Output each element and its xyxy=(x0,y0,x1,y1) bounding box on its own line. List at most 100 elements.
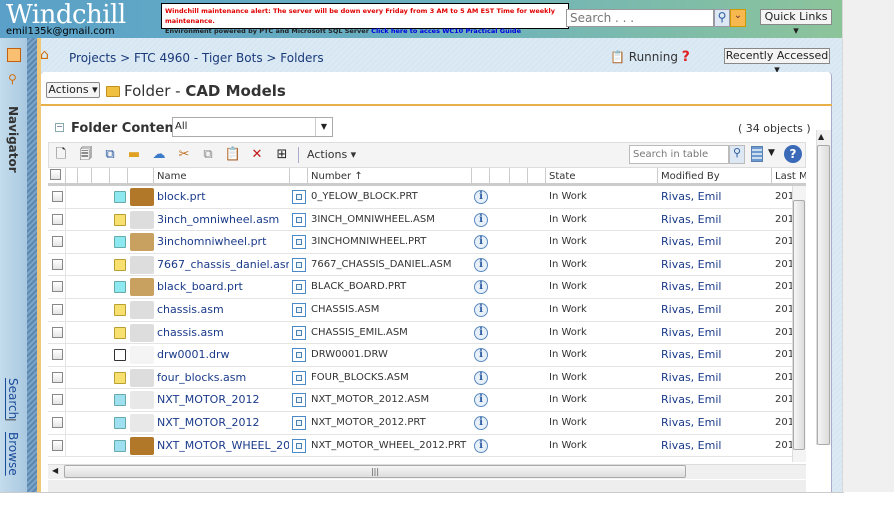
thumbnail-image[interactable] xyxy=(130,436,154,455)
modified-by-link[interactable]: Rivas, Emil xyxy=(661,186,771,208)
navigator-search-tab[interactable]: Search xyxy=(6,378,20,419)
thumbnail-image[interactable] xyxy=(130,301,154,319)
select-all-column[interactable] xyxy=(48,168,66,186)
name-link[interactable]: 7667_chassis_daniel.asm xyxy=(157,254,289,276)
row-checkbox[interactable] xyxy=(52,213,63,225)
column-header-modified-by[interactable]: Modified By xyxy=(658,168,772,186)
table-row[interactable]: chassis.asm CHASSIS.ASM i In Work Rivas, Emi… xyxy=(48,299,806,322)
row-checkbox[interactable] xyxy=(52,258,63,270)
modified-by-link[interactable]: Rivas, Emil xyxy=(661,254,771,276)
delete-icon[interactable]: ✕ xyxy=(248,146,266,164)
name-link[interactable]: NXT_MOTOR_2012 xyxy=(157,389,289,411)
info-icon[interactable]: i xyxy=(474,235,488,250)
cad-document-icon[interactable] xyxy=(292,416,306,430)
column-header[interactable] xyxy=(510,168,528,186)
collapse-icon[interactable]: − xyxy=(55,123,64,132)
new-link-icon[interactable]: ☁ xyxy=(150,146,168,164)
table-row[interactable]: chassis.asm CHASSIS_EMIL.ASM i In Work Rivas… xyxy=(48,321,806,345)
table-row[interactable]: 3inchomniwheel.prt 3INCHOMNIWHEEL.PRT i In … xyxy=(48,231,806,254)
table-row[interactable]: 3inch_omniwheel.asm 3INCH_OMNIWHEEL.ASM i I… xyxy=(48,208,806,232)
thumbnail-image[interactable] xyxy=(130,210,154,229)
paste-icon[interactable]: 📋 xyxy=(224,146,242,164)
thumbnail-image[interactable] xyxy=(130,391,154,410)
home-icon[interactable]: ⌂ xyxy=(40,47,49,63)
copy-icon[interactable]: ⧉ xyxy=(199,146,217,164)
table-scrollbar-thumb[interactable] xyxy=(793,200,805,450)
column-header[interactable] xyxy=(128,168,154,186)
cad-document-icon[interactable] xyxy=(292,303,306,317)
modified-by-link[interactable]: Rivas, Emil xyxy=(661,435,771,457)
modified-by-link[interactable]: Rivas, Emil xyxy=(661,276,771,298)
navigator-browse-tab[interactable]: Browse xyxy=(6,432,20,476)
cad-document-icon[interactable] xyxy=(292,438,306,453)
thumbnail-image[interactable] xyxy=(130,346,154,365)
name-link[interactable]: drw0001.drw xyxy=(157,344,289,366)
thumbnail-image[interactable] xyxy=(130,323,154,342)
cad-document-icon[interactable] xyxy=(292,370,306,385)
cad-document-icon[interactable] xyxy=(292,280,306,295)
column-header[interactable] xyxy=(78,168,92,186)
name-link[interactable]: NXT_MOTOR_WHEEL_20... xyxy=(157,435,289,457)
table-actions-menu[interactable]: Actions ▾ xyxy=(307,148,356,161)
chevron-down-icon[interactable]: ▼ xyxy=(315,118,332,136)
panel-scrollbar-thumb[interactable] xyxy=(817,145,830,445)
expand-navigator-icon[interactable] xyxy=(7,48,21,62)
breadcrumb[interactable]: Projects > FTC 4960 - Tiger Bots > Folde… xyxy=(69,51,324,65)
cad-document-icon[interactable] xyxy=(292,235,306,250)
row-checkbox[interactable] xyxy=(52,304,63,315)
name-link[interactable]: chassis.asm xyxy=(157,299,289,321)
info-icon[interactable]: i xyxy=(474,212,488,227)
name-link[interactable]: NXT_MOTOR_2012 xyxy=(157,412,289,434)
thumbnail-image[interactable] xyxy=(130,414,154,432)
search-pin-icon[interactable]: ⚲ xyxy=(8,72,17,86)
modified-by-link[interactable]: Rivas, Emil xyxy=(661,322,771,344)
row-checkbox[interactable] xyxy=(52,417,63,428)
column-header[interactable] xyxy=(528,168,546,186)
modified-by-link[interactable]: Rivas, Emil xyxy=(661,367,771,389)
modified-by-link[interactable]: Rivas, Emil xyxy=(661,231,771,253)
table-row[interactable]: block.prt 0_YELOW_BLOCK.PRT i In Work Rivas,… xyxy=(48,186,806,209)
name-link[interactable]: four_blocks.asm xyxy=(157,367,289,389)
thumbnail-image[interactable] xyxy=(130,255,154,274)
add-to-workspace-icon[interactable]: ⊞ xyxy=(273,146,291,164)
info-icon[interactable]: i xyxy=(474,280,488,295)
cad-document-icon[interactable] xyxy=(292,348,306,363)
info-icon[interactable]: i xyxy=(474,257,488,272)
thumbnail-image[interactable] xyxy=(130,368,154,387)
row-checkbox[interactable] xyxy=(52,349,63,361)
info-icon[interactable]: i xyxy=(474,348,488,363)
row-checkbox[interactable] xyxy=(52,236,63,248)
folder-actions-button[interactable]: Actions ▾ xyxy=(46,82,100,98)
guide-link[interactable]: Click here to acces WC10 Practical Guide xyxy=(371,27,521,35)
modified-by-link[interactable]: Rivas, Emil xyxy=(661,209,771,231)
table-row[interactable]: NXT_MOTOR_2012 NXT_MOTOR_2012.PRT i In Work… xyxy=(48,412,806,435)
column-header[interactable] xyxy=(290,168,308,186)
chevron-down-icon[interactable]: ⌄ xyxy=(730,9,746,27)
info-icon[interactable]: i xyxy=(474,416,488,430)
cad-document-icon[interactable] xyxy=(292,325,306,340)
modified-by-link[interactable]: Rivas, Emil xyxy=(661,299,771,321)
table-row[interactable]: 7667_chassis_daniel.asm 7667_CHASSIS_DANI… xyxy=(48,253,806,277)
table-row[interactable]: NXT_MOTOR_2012 NXT_MOTOR_2012.ASM i In Work… xyxy=(48,389,806,412)
new-document-icon[interactable]: 🗋 xyxy=(52,146,70,164)
row-checkbox[interactable] xyxy=(52,371,63,383)
horizontal-scrollbar-thumb[interactable]: ||| xyxy=(64,465,686,478)
column-header-state[interactable]: State xyxy=(546,168,658,186)
row-checkbox[interactable] xyxy=(52,394,63,406)
info-icon[interactable]: i xyxy=(474,370,488,385)
column-header[interactable] xyxy=(110,168,128,186)
help-question-icon[interactable]: ? xyxy=(682,49,690,65)
scroll-up-arrow[interactable]: ▲ xyxy=(818,132,824,141)
table-row[interactable]: four_blocks.asm FOUR_BLOCKS.ASM i In Work Ri… xyxy=(48,366,806,390)
column-header-name[interactable]: Name xyxy=(154,168,290,186)
name-link[interactable]: 3inchomniwheel.prt xyxy=(157,231,289,253)
column-header[interactable] xyxy=(490,168,510,186)
scroll-left-arrow[interactable]: ◀ xyxy=(52,466,58,475)
cad-document-icon[interactable] xyxy=(292,257,306,272)
column-header[interactable] xyxy=(92,168,110,186)
cad-document-icon[interactable] xyxy=(292,212,306,227)
name-link[interactable]: block.prt xyxy=(157,186,289,208)
thumbnail-image[interactable] xyxy=(130,233,154,252)
info-icon[interactable]: i xyxy=(474,438,488,453)
import-icon[interactable]: ⧉ xyxy=(101,146,119,164)
